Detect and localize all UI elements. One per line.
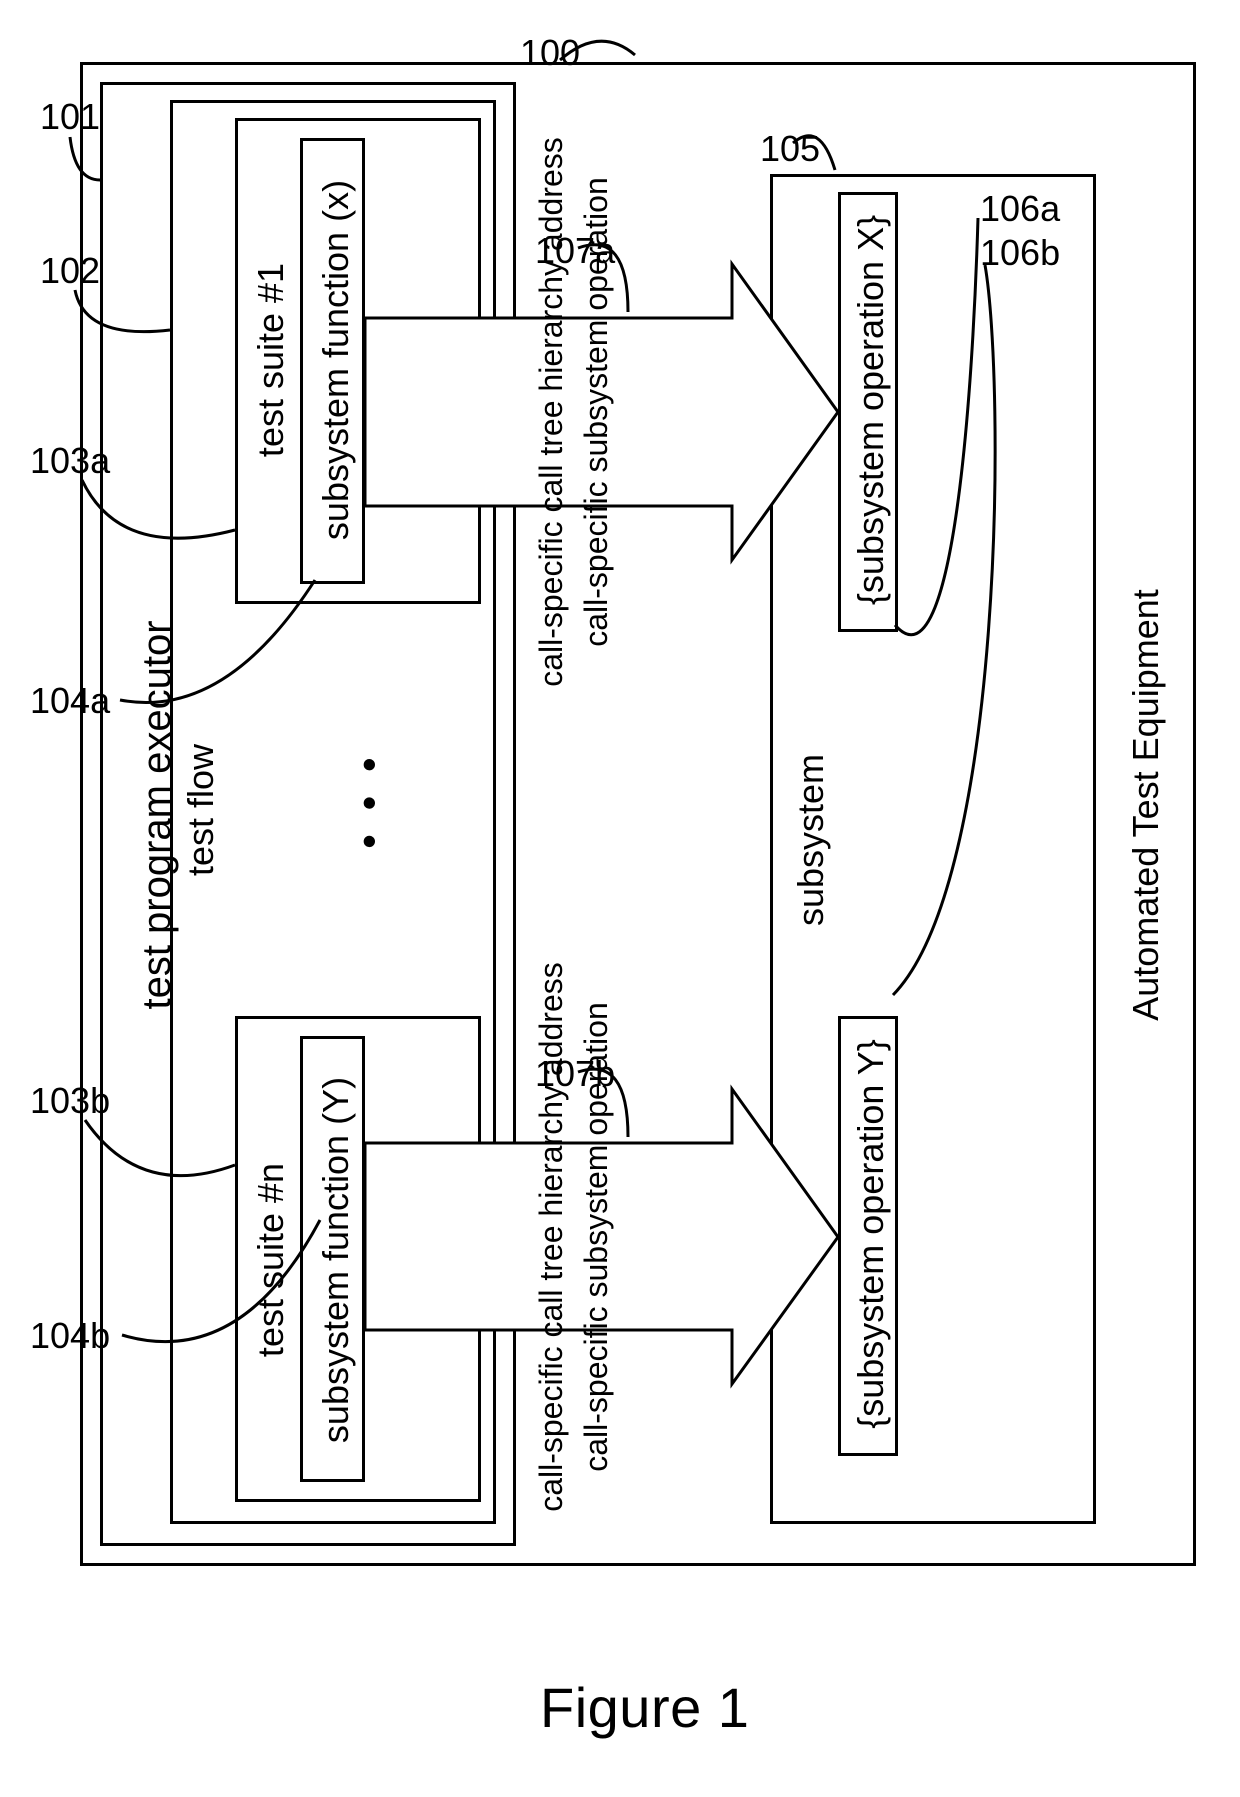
arrow-a-text1: call-specific call tree hierarchy addres… bbox=[533, 92, 573, 732]
ref-103b: 103b bbox=[30, 1080, 110, 1122]
ref-104a: 104a bbox=[30, 680, 110, 722]
ref-100: 100 bbox=[520, 32, 580, 74]
ref-105: 105 bbox=[760, 128, 820, 170]
suite-1-title: test suite #1 bbox=[250, 240, 290, 480]
suite-n-title: test suite #n bbox=[250, 1140, 290, 1380]
subsystem-title: subsystem bbox=[790, 730, 830, 950]
figure-caption: Figure 1 bbox=[540, 1675, 749, 1740]
outer-title: Automated Test Equipment bbox=[1125, 555, 1175, 1055]
suite-ellipsis: • • • bbox=[345, 740, 385, 860]
op-x-title: {subsystem operation X} bbox=[850, 205, 890, 615]
ref-106a: 106a bbox=[980, 188, 1060, 230]
func-x-title: subsystem function (x) bbox=[315, 155, 355, 565]
ref-107b: 107b bbox=[535, 1053, 615, 1095]
ref-106b: 106b bbox=[980, 232, 1060, 274]
arrow-b-text2: call-specific subsystem operation bbox=[578, 917, 618, 1557]
ref-107a: 107a bbox=[535, 230, 615, 272]
ref-103a: 103a bbox=[30, 440, 110, 482]
func-y-title: subsystem function (Y) bbox=[315, 1055, 355, 1465]
op-y-title: {subsystem operation Y} bbox=[850, 1029, 890, 1439]
arrow-b-text1: call-specific call tree hierarchy addres… bbox=[533, 917, 573, 1557]
ref-104b: 104b bbox=[30, 1315, 110, 1357]
testflow-title: test flow bbox=[180, 720, 220, 900]
ref-101: 101 bbox=[40, 96, 100, 138]
ref-102: 102 bbox=[40, 250, 100, 292]
arrow-a-text2: call-specific subsystem operation bbox=[578, 92, 618, 732]
